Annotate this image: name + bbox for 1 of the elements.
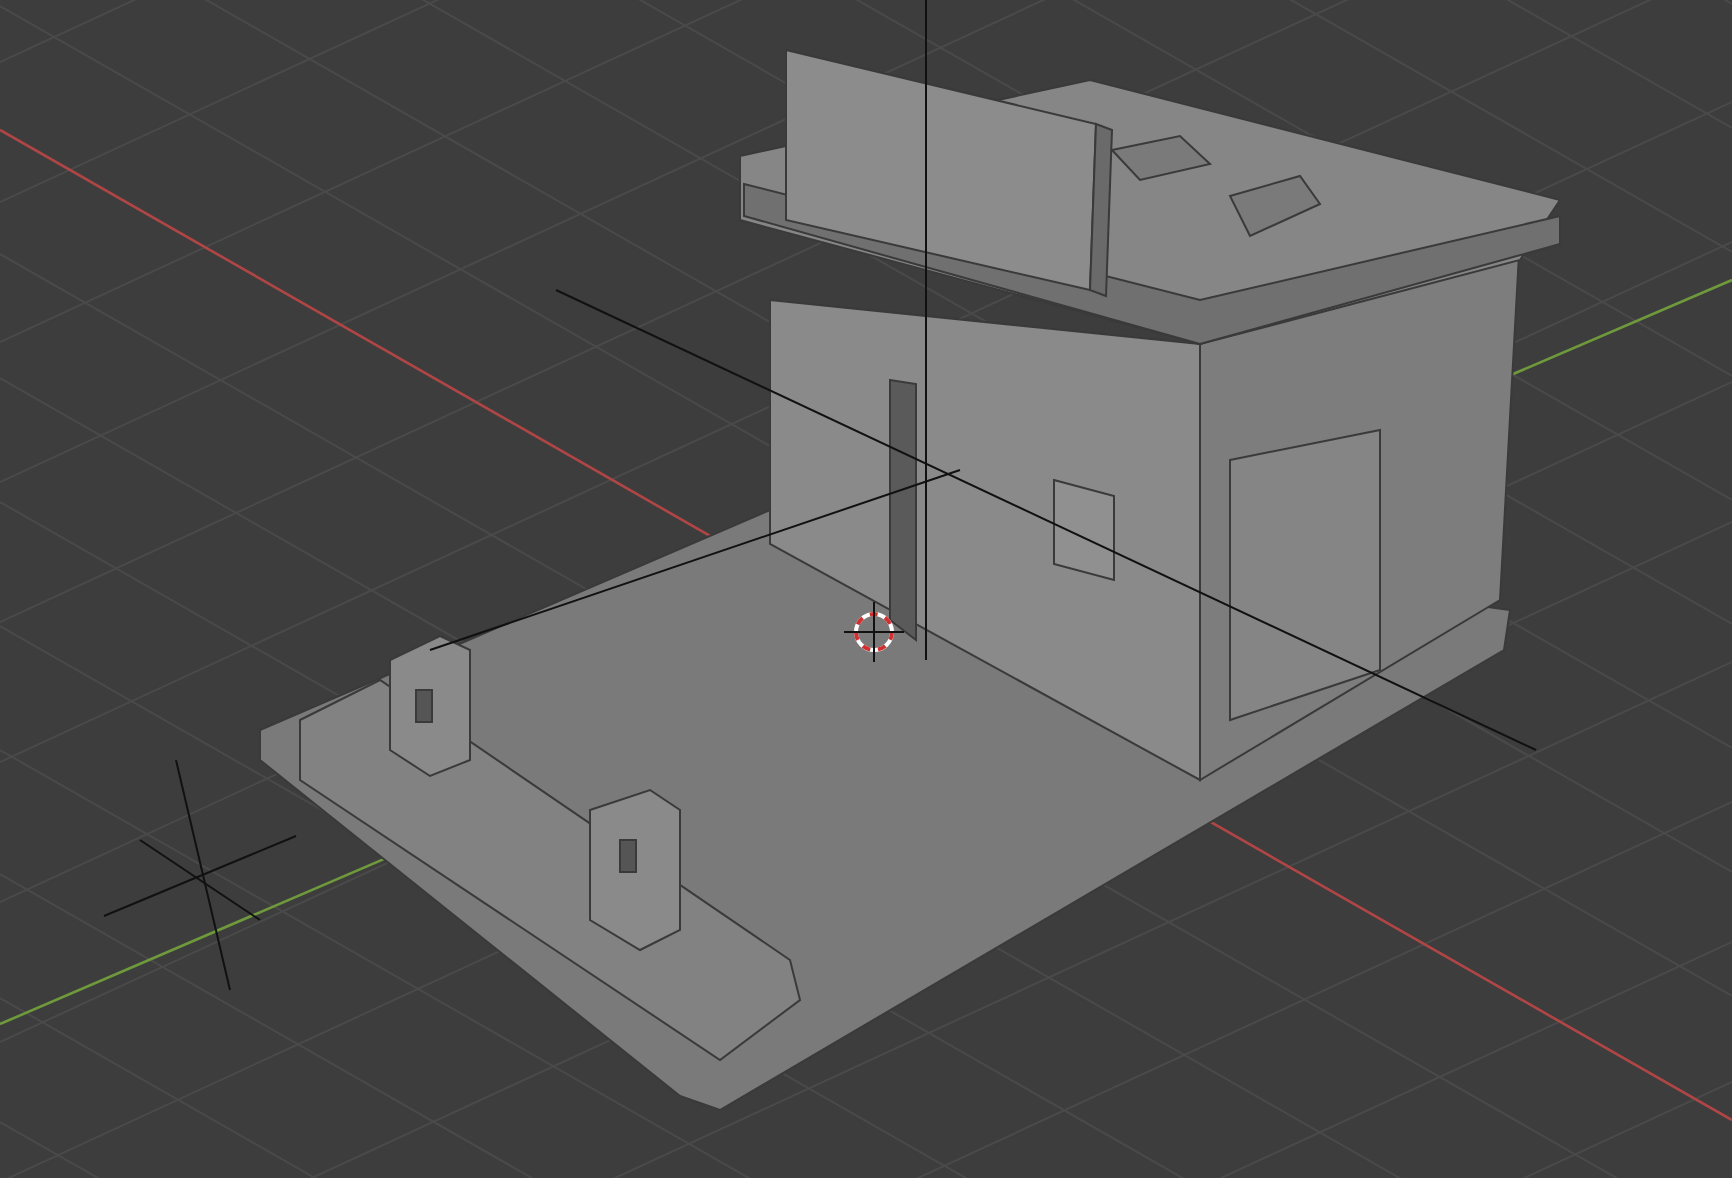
3d-cursor-icon[interactable]: [843, 601, 905, 663]
